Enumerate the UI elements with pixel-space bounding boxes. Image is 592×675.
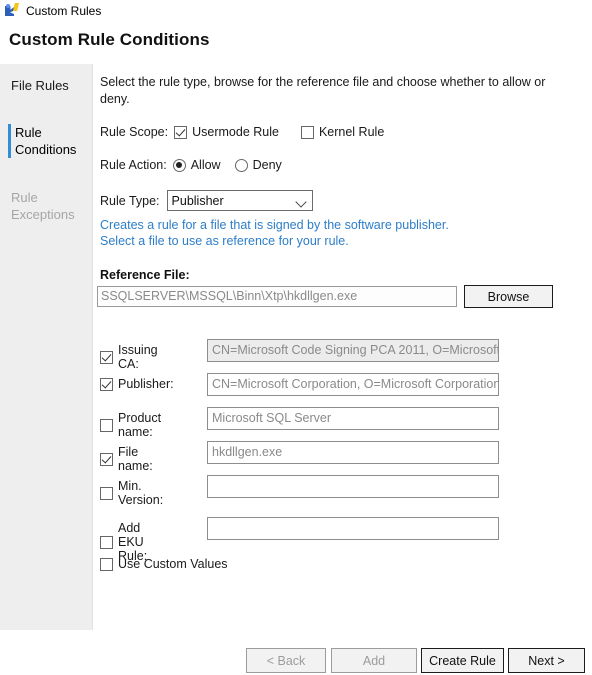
- create-rule-button[interactable]: Create Rule: [421, 648, 504, 673]
- checkbox-icon: [100, 535, 113, 549]
- rule-type-hint-line2: Select a file to use as reference for yo…: [100, 234, 349, 248]
- main-content: Select the rule type, browse for the ref…: [93, 64, 592, 630]
- min-version-input[interactable]: [207, 475, 499, 498]
- checkbox-icon: [100, 557, 113, 571]
- checkbox-publisher[interactable]: Publisher:: [100, 377, 174, 391]
- rule-type-hint-line1: Creates a rule for a file that is signed…: [100, 218, 449, 232]
- wizard-sidebar: File Rules Rule Conditions Rule Exceptio…: [0, 64, 93, 630]
- checkbox-min-version[interactable]: Min. Version:: [100, 479, 163, 507]
- checkbox-product-name[interactable]: Product name:: [100, 411, 161, 439]
- checkbox-icon: [100, 377, 113, 391]
- file-name-input[interactable]: hkdllgen.exe: [207, 441, 499, 464]
- sidebar-active-accent-bar: [8, 124, 11, 158]
- footer-button-bar: < Back Add Create Rule Next >: [0, 630, 592, 675]
- checkbox-label: Product name:: [118, 411, 162, 439]
- checkbox-label: Issuing CA:: [118, 343, 158, 371]
- checkbox-icon: [100, 418, 113, 432]
- back-button[interactable]: < Back: [246, 648, 326, 673]
- checkbox-icon: [100, 350, 113, 364]
- checkbox-icon: [100, 452, 113, 466]
- rule-scope-row: Rule Scope: Usermode Rule Kernel Rule: [100, 125, 384, 139]
- checkbox-icon: [100, 486, 113, 500]
- checkbox-file-name[interactable]: File name:: [100, 445, 153, 473]
- rule-action-row: Rule Action: Allow Deny: [100, 158, 282, 172]
- checkbox-icon: [300, 125, 314, 139]
- checkbox-label: Kernel Rule: [318, 125, 385, 139]
- window-title: Custom Rules: [26, 4, 102, 18]
- rule-scope-label: Rule Scope:: [100, 125, 169, 139]
- checkbox-label: Use Custom Values: [118, 557, 228, 571]
- radio-deny[interactable]: Deny: [234, 158, 282, 172]
- publisher-input[interactable]: CN=Microsoft Corporation, O=Microsoft Co…: [207, 373, 499, 396]
- sidebar-item-label: Rule Exceptions: [11, 190, 75, 222]
- add-eku-rule-input[interactable]: [207, 517, 499, 540]
- radio-icon: [172, 158, 186, 172]
- checkbox-issuing-ca[interactable]: Issuing CA:: [100, 343, 158, 371]
- checkbox-icon: [174, 125, 188, 139]
- app-key-icon: [4, 3, 20, 19]
- rule-type-value: Publisher: [171, 193, 224, 208]
- radio-icon: [234, 158, 248, 172]
- issuing-ca-input[interactable]: CN=Microsoft Code Signing PCA 2011, O=Mi…: [207, 339, 499, 362]
- reference-file-input[interactable]: SSQLSERVER\MSSQL\Binn\Xtp\hkdllgen.exe: [97, 286, 457, 307]
- sidebar-item-label: Rule Conditions: [15, 125, 77, 157]
- page-title: Custom Rule Conditions: [9, 30, 210, 49]
- chevron-down-icon: [294, 196, 307, 208]
- reference-file-label: Reference File:: [100, 268, 190, 282]
- radio-label: Allow: [190, 158, 221, 172]
- rule-type-row: Rule Type: Publisher: [100, 190, 313, 211]
- add-button[interactable]: Add: [331, 648, 417, 673]
- sidebar-item-file-rules[interactable]: File Rules: [0, 77, 93, 94]
- intro-text: Select the rule type, browse for the ref…: [100, 75, 546, 106]
- checkbox-usermode-rule[interactable]: Usermode Rule: [174, 125, 279, 139]
- rule-type-label: Rule Type:: [100, 193, 160, 208]
- sidebar-item-label: File Rules: [11, 78, 69, 93]
- rule-type-hint: Creates a rule for a file that is signed…: [100, 217, 560, 249]
- checkbox-label: Min. Version:: [118, 479, 164, 507]
- checkbox-kernel-rule[interactable]: Kernel Rule: [300, 125, 385, 139]
- rule-type-dropdown[interactable]: Publisher: [166, 190, 313, 211]
- radio-label: Deny: [252, 158, 282, 172]
- sidebar-item-rule-conditions[interactable]: Rule Conditions: [0, 124, 93, 158]
- checkbox-use-custom-values[interactable]: Use Custom Values: [100, 557, 228, 571]
- product-name-input[interactable]: Microsoft SQL Server: [207, 407, 499, 430]
- radio-allow[interactable]: Allow: [172, 158, 221, 172]
- window-titlebar: Custom Rules: [0, 0, 592, 22]
- checkbox-label: File name:: [118, 445, 153, 473]
- browse-button[interactable]: Browse: [464, 285, 553, 308]
- sidebar-item-rule-exceptions: Rule Exceptions: [0, 189, 93, 223]
- rule-action-label: Rule Action:: [100, 158, 167, 172]
- checkbox-label: Usermode Rule: [192, 125, 279, 139]
- next-button[interactable]: Next >: [508, 648, 585, 673]
- use-custom-values-row: Use Custom Values: [100, 557, 228, 574]
- checkbox-label: Publisher:: [118, 377, 174, 391]
